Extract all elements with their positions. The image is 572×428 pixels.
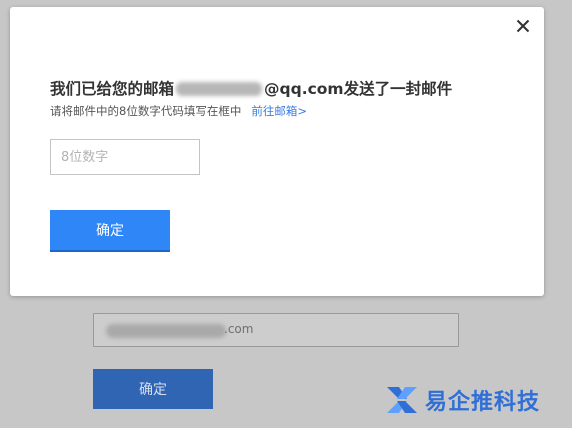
dialog-title-suffix: @qq.com发送了一封邮件 [264, 80, 453, 98]
close-button[interactable] [512, 15, 534, 37]
background-email-suffix: .com [224, 322, 254, 336]
background-confirm-button: 确定 [93, 369, 213, 409]
confirm-button[interactable]: 确定 [50, 210, 170, 250]
close-icon [516, 19, 530, 33]
dialog-title: 我们已给您的邮箱 @qq.com发送了一封邮件 [50, 77, 452, 99]
dialog-instruction: 请将邮件中的8位数字代码填写在框中 [50, 104, 242, 118]
dialog-title-prefix: 我们已给您的邮箱 [50, 80, 175, 98]
watermark-logo-icon [387, 387, 417, 413]
dialog-subtitle: 请将邮件中的8位数字代码填写在框中 前往邮箱> [50, 103, 307, 119]
watermark-text: 易企推科技 [425, 390, 541, 415]
email-verification-dialog: 我们已给您的邮箱 @qq.com发送了一封邮件 请将邮件中的8位数字代码填写在框中… [10, 7, 544, 296]
redacted-email-mask [106, 324, 226, 338]
redacted-email [176, 82, 263, 96]
go-to-mailbox-link[interactable]: 前往邮箱> [251, 104, 307, 118]
watermark: 易企推科技 [385, 380, 540, 420]
background-email-field: .com [93, 313, 459, 347]
verification-code-input[interactable] [50, 139, 200, 175]
